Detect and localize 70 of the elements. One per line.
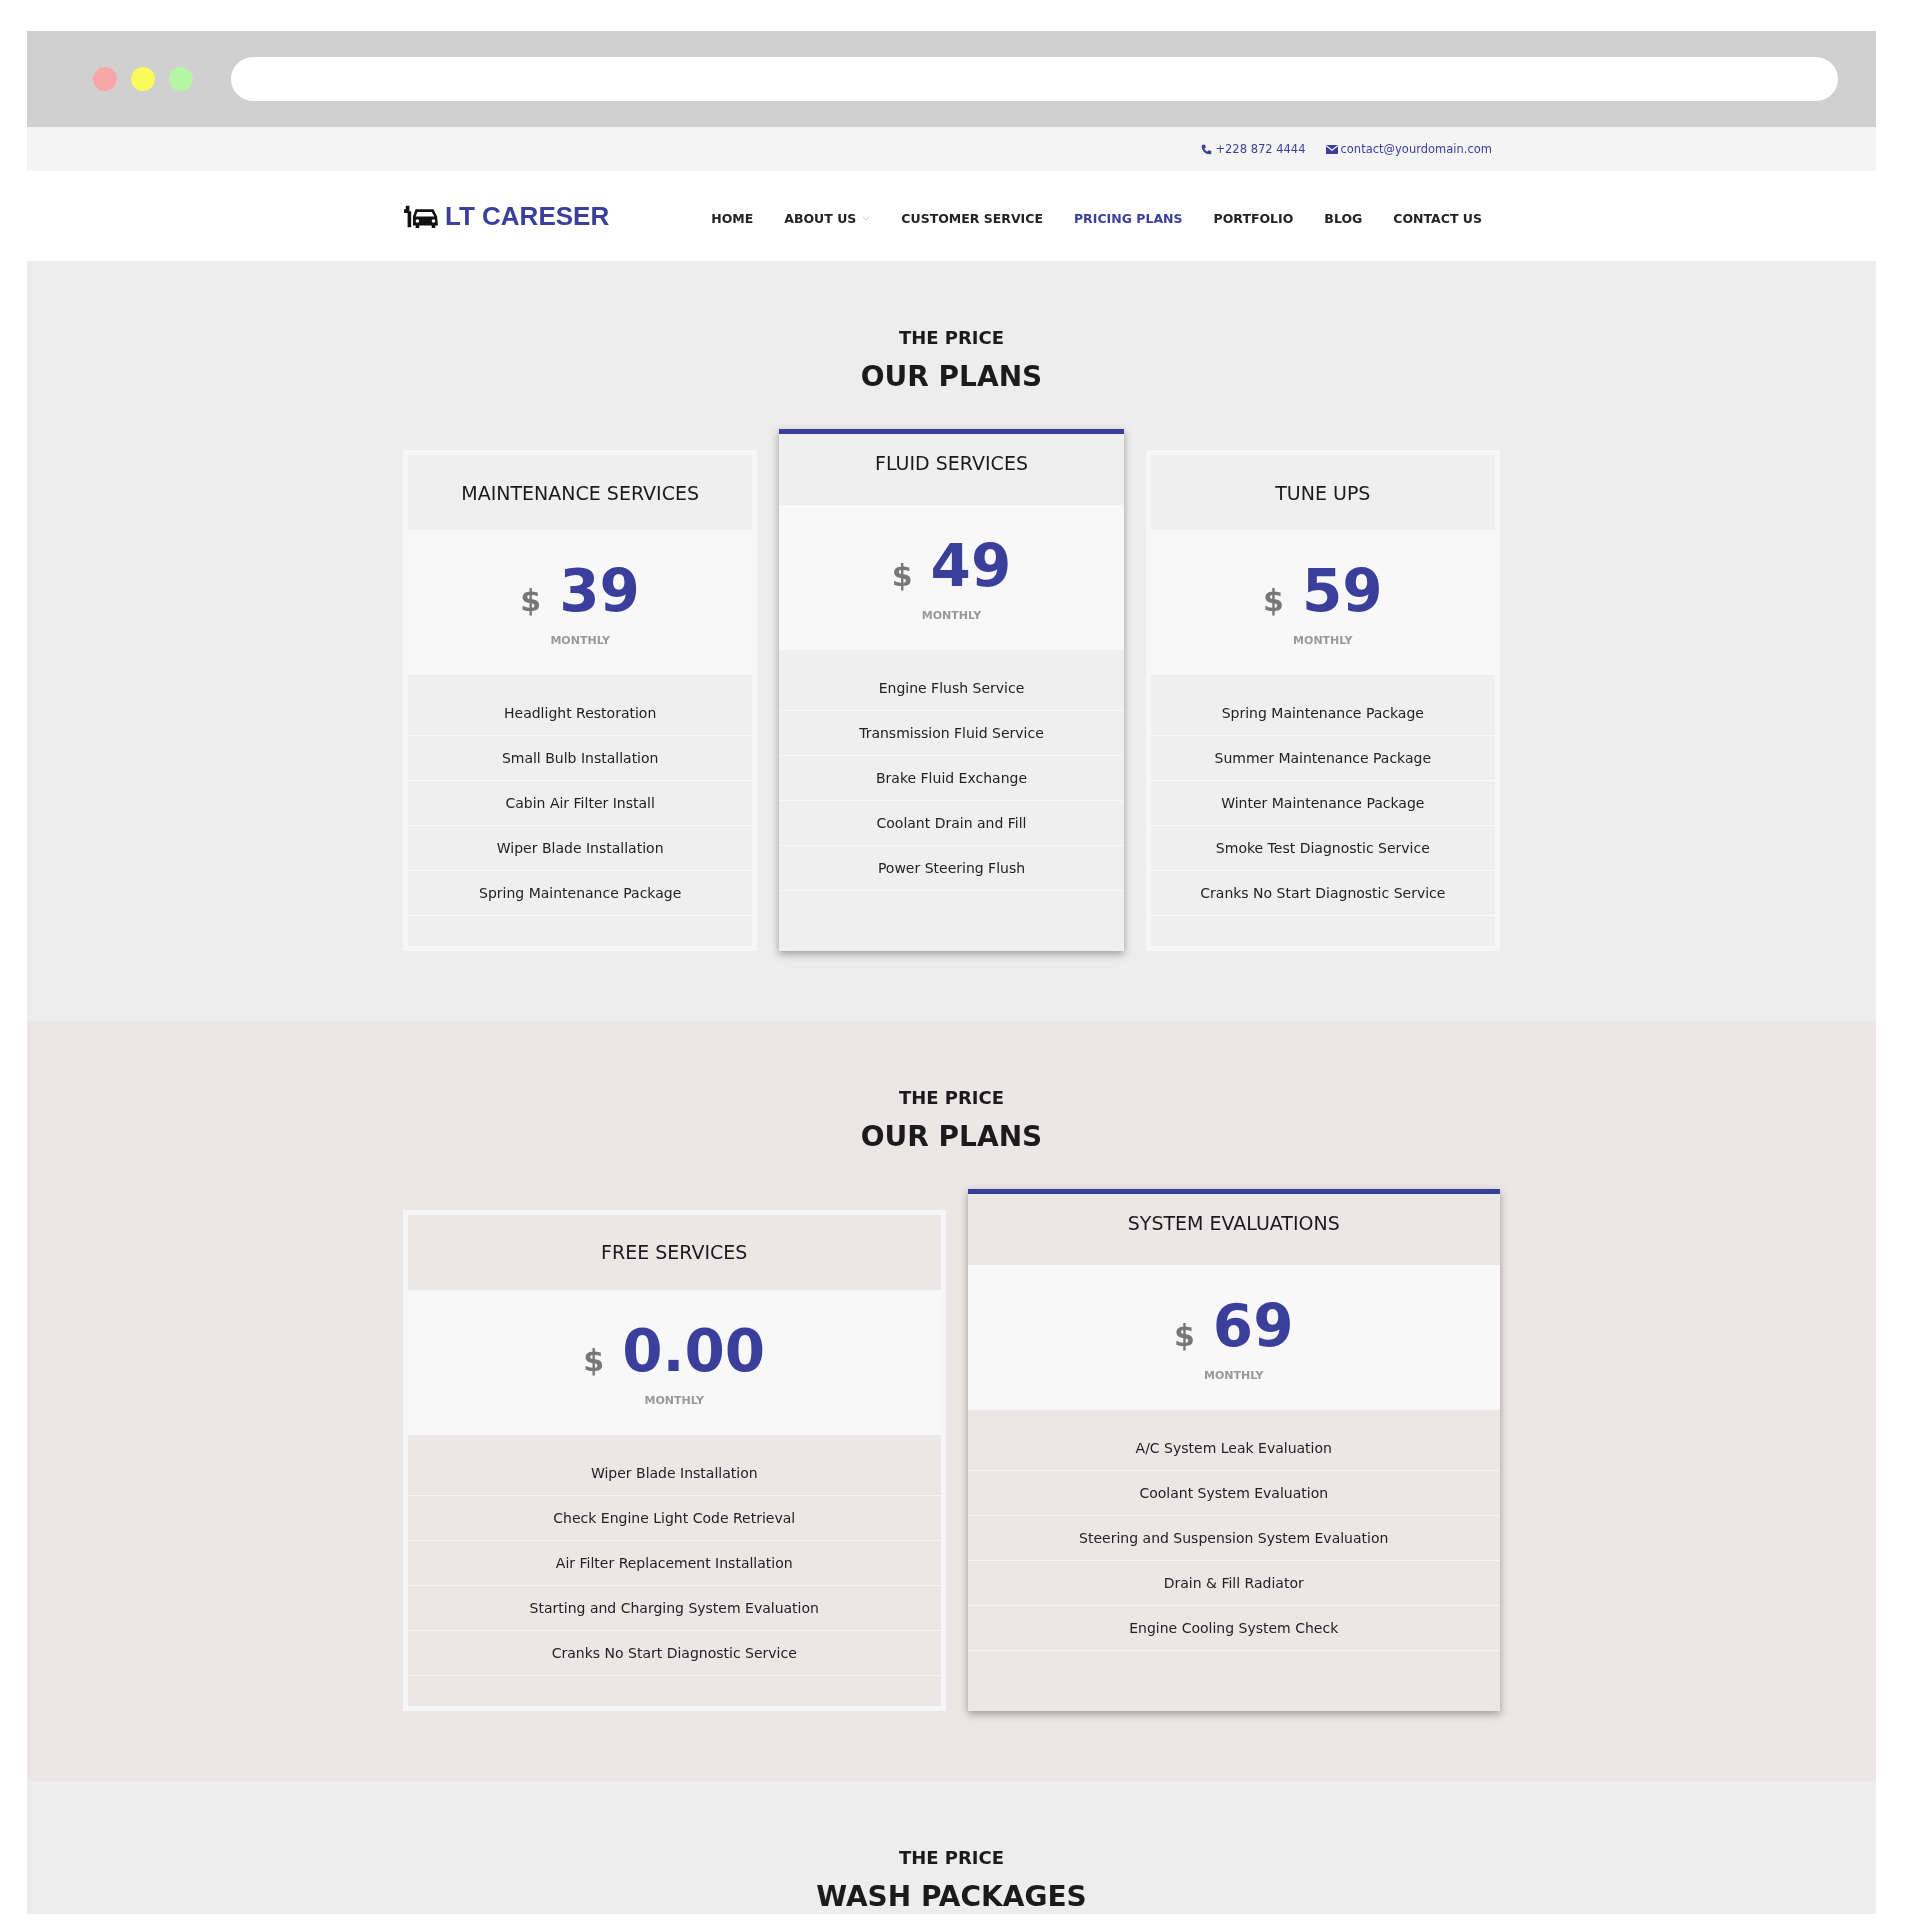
billing-period: MONTHLY: [1203, 1368, 1265, 1382]
feature-item: Summer Maintenance Package: [1214, 749, 1432, 766]
plan-price: 69: [1212, 1294, 1294, 1359]
feature-item: Winter Maintenance Package: [1221, 794, 1425, 811]
nav-link[interactable]: PORTFOLIO: [1213, 210, 1294, 226]
phone-icon: [1201, 143, 1213, 155]
feature-item: Engine Cooling System Check: [1129, 1619, 1339, 1636]
feature-item: Engine Flush Service: [878, 679, 1025, 696]
nav-link[interactable]: ABOUT US: [784, 210, 871, 226]
currency-symbol: $: [520, 583, 542, 618]
feature-item: Check Engine Light Code Retrieval: [553, 1509, 796, 1526]
plan-price: 39: [559, 560, 640, 624]
billing-period: MONTHLY: [920, 608, 983, 622]
envelope-icon: [1325, 144, 1338, 154]
section-title: OUR PLANS: [859, 360, 1044, 393]
plan-name: TUNE UPS: [1275, 481, 1371, 504]
maximize-dot-icon[interactable]: [169, 67, 193, 91]
feature-item: Brake Fluid Exchange: [875, 769, 1027, 786]
feature-item: Air Filter Replacement Installation: [555, 1554, 793, 1571]
currency-symbol: $: [1173, 1317, 1195, 1353]
currency-symbol: $: [891, 558, 913, 593]
plan-price: 59: [1301, 560, 1383, 624]
billing-period: MONTHLY: [549, 633, 611, 647]
address-bar[interactable]: [231, 57, 1838, 101]
section-kicker: THE PRICE: [897, 327, 1006, 348]
feature-item: Spring Maintenance Package: [479, 884, 682, 901]
section-title: WASH PACKAGES: [815, 1879, 1088, 1913]
feature-item: Wiper Blade Installation: [590, 1464, 758, 1481]
plan-name: FREE SERVICES: [601, 1241, 748, 1264]
close-dot-icon[interactable]: [93, 67, 117, 91]
nav-link[interactable]: CUSTOMER SERVICE: [901, 210, 1043, 226]
feature-item: Cranks No Start Diagnostic Service: [551, 1644, 797, 1661]
feature-item: Transmission Fluid Service: [859, 724, 1044, 741]
nav-link[interactable]: PRICING PLANS: [1073, 210, 1183, 226]
plan-name: FLUID SERVICES: [875, 452, 1028, 474]
nav-link[interactable]: CONTACT US: [1393, 210, 1482, 226]
feature-item: Wiper Blade Installation: [496, 839, 664, 856]
feature-item: Steering and Suspension System Evaluation: [1079, 1529, 1389, 1546]
feature-item: A/C System Leak Evaluation: [1135, 1439, 1332, 1456]
billing-period: MONTHLY: [643, 1393, 705, 1407]
billing-period: MONTHLY: [1292, 633, 1354, 647]
feature-item: Power Steering Flush: [877, 859, 1026, 876]
feature-item: Smoke Test Diagnostic Service: [1215, 839, 1430, 856]
feature-item: Coolant System Evaluation: [1139, 1484, 1329, 1501]
feature-item: Starting and Charging System Evaluation: [529, 1599, 819, 1616]
phone-link[interactable]: +228 872 4444: [1201, 142, 1306, 156]
currency-symbol: $: [583, 1342, 605, 1378]
plan-name: SYSTEM EVALUATIONS: [1127, 1211, 1340, 1234]
plan-name: MAINTENANCE SERVICES: [461, 481, 699, 504]
feature-item: Small Bulb Installation: [501, 749, 659, 766]
email-link[interactable]: contact@yourdomain.com: [1325, 142, 1492, 156]
section-title: OUR PLANS: [859, 1119, 1044, 1153]
minimize-dot-icon[interactable]: [131, 67, 155, 91]
logo-text: LT CARESER: [445, 200, 610, 232]
plan-price: 49: [930, 535, 1012, 599]
logo[interactable]: LT CARESER: [403, 200, 610, 232]
feature-item: Cranks No Start Diagnostic Service: [1200, 884, 1446, 901]
feature-item: Spring Maintenance Package: [1221, 704, 1424, 721]
section-kicker: THE PRICE: [897, 1086, 1006, 1108]
feature-item: Coolant Drain and Fill: [876, 814, 1027, 831]
currency-symbol: $: [1263, 583, 1284, 618]
feature-item: Cabin Air Filter Install: [505, 794, 655, 811]
nav-link[interactable]: HOME: [711, 210, 754, 226]
feature-item: Drain & Fill Radiator: [1163, 1574, 1304, 1591]
plan-price: 0.00: [622, 1319, 766, 1384]
feature-item: Headlight Restoration: [504, 704, 657, 721]
car-wrench-icon: [403, 203, 439, 229]
nav-link[interactable]: BLOG: [1324, 210, 1363, 226]
section-kicker: THE PRICE: [897, 1846, 1006, 1868]
caret-icon: [862, 215, 871, 221]
